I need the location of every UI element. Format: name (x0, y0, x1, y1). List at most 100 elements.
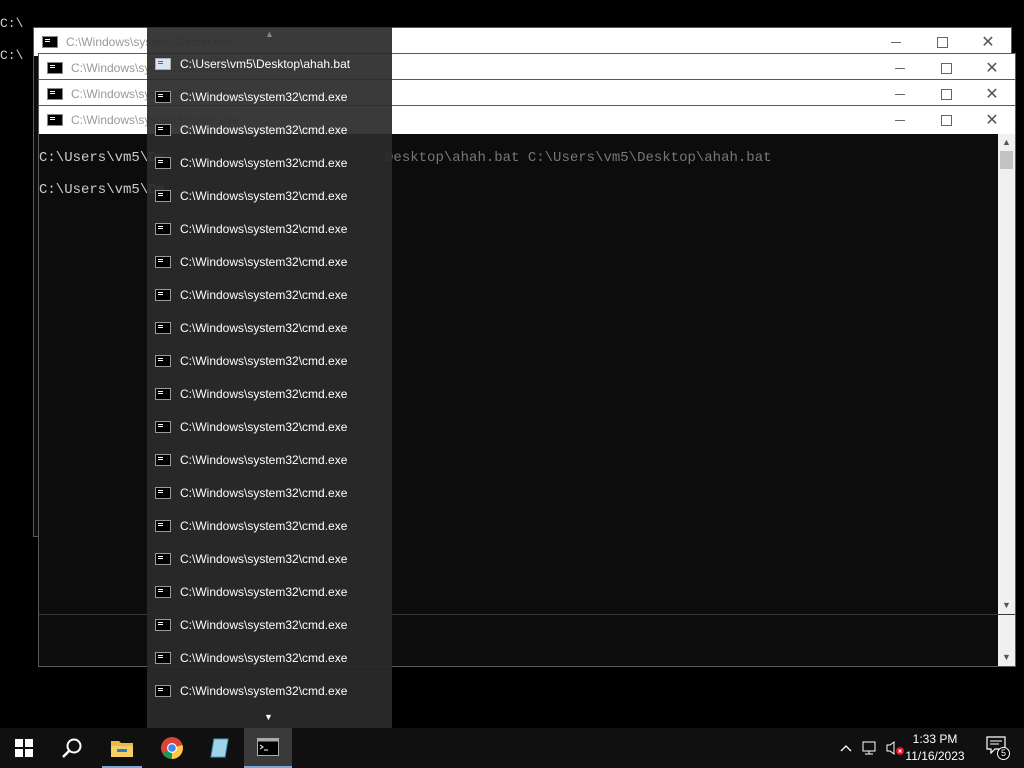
network-button[interactable] (860, 728, 882, 768)
window-list-item-label: C:\Windows\system32\cmd.exe (180, 287, 348, 302)
cmd-icon (47, 114, 63, 126)
window-list-item[interactable]: C:\Windows\system32\cmd.exe (147, 509, 392, 542)
cmd-icon (257, 738, 279, 756)
window-list-item[interactable]: C:\Windows\system32\cmd.exe (147, 410, 392, 443)
file-explorer-icon (111, 741, 133, 757)
console-text: Desktop\ahah.bat C:\Users\vm5\Desktop\ah… (385, 150, 772, 166)
cmd-taskbar-button[interactable] (244, 728, 292, 768)
window-list-item-label: C:\Windows\system32\cmd.exe (180, 254, 348, 269)
window-list-item-label: C:\Windows\system32\cmd.exe (180, 584, 348, 599)
window-list-item[interactable]: C:\Windows\system32\cmd.exe (147, 377, 392, 410)
window-list-item[interactable]: C:\Windows\system32\cmd.exe (147, 443, 392, 476)
cmd-icon (155, 684, 171, 697)
window-list-item[interactable]: C:\Windows\system32\cmd.exe (147, 179, 392, 212)
window-list-item[interactable]: C:\Windows\system32\cmd.exe (147, 641, 392, 674)
close-button[interactable]: ✕ (969, 80, 1015, 108)
cmd-icon (155, 453, 171, 466)
window-list-item-label: C:\Windows\system32\cmd.exe (180, 617, 348, 632)
scroll-down-icon[interactable]: ▼ (998, 597, 1015, 614)
chrome-icon (161, 737, 183, 759)
window-list-item-label: C:\Windows\system32\cmd.exe (180, 551, 348, 566)
maximize-button[interactable] (923, 106, 969, 134)
clock[interactable]: 1:33 PM 11/16/2023 (900, 731, 970, 765)
window-list-item[interactable]: C:\Windows\system32\cmd.exe (147, 80, 392, 113)
cmd-icon (155, 288, 171, 301)
windows-start-icon (15, 739, 33, 757)
window-list-item[interactable]: C:\Windows\system32\cmd.exe (147, 575, 392, 608)
cmd-icon (47, 88, 63, 100)
scroll-up-icon[interactable]: ▲ (998, 134, 1015, 151)
tray-overflow-button[interactable] (836, 728, 856, 768)
minimize-button[interactable] (877, 54, 923, 82)
close-button[interactable]: ✕ (965, 28, 1011, 56)
chevron-up-icon (840, 745, 852, 752)
window-list-item[interactable]: C:\Windows\system32\cmd.exe (147, 146, 392, 179)
window-list-item-label: C:\Windows\system32\cmd.exe (180, 485, 348, 500)
maximize-button[interactable] (923, 54, 969, 82)
window-list-item-label: C:\Windows\system32\cmd.exe (180, 353, 348, 368)
search-button[interactable] (48, 728, 96, 768)
notepad-icon (210, 738, 229, 758)
window-list-item[interactable]: C:\Windows\system32\cmd.exe (147, 278, 392, 311)
window-list-item[interactable]: C:\Windows\system32\cmd.exe (147, 311, 392, 344)
window-list-item[interactable]: C:\Windows\system32\cmd.exe (147, 245, 392, 278)
cmd-icon (155, 90, 171, 103)
scroll-thumb[interactable] (1000, 151, 1013, 169)
window-list-item-label: C:\Windows\system32\cmd.exe (180, 518, 348, 533)
clock-date: 11/16/2023 (905, 749, 965, 763)
minimize-button[interactable] (873, 28, 919, 56)
cmd-icon (155, 189, 171, 202)
scroll-up-icon[interactable]: ▲ (265, 29, 274, 39)
minimize-button[interactable] (877, 106, 923, 134)
background-console-line: C:\ (0, 16, 24, 31)
window-list-item-label: C:\Windows\system32\cmd.exe (180, 155, 348, 170)
maximize-button[interactable] (919, 28, 965, 56)
window-list-item[interactable]: C:\Users\vm5\Desktop\ahah.bat (147, 47, 392, 80)
cmd-icon (155, 519, 171, 532)
cmd-icon (155, 552, 171, 565)
scroll-down-icon[interactable]: ▼ (998, 649, 1015, 666)
vertical-scrollbar[interactable]: ▼ (998, 615, 1015, 666)
search-icon (62, 738, 82, 758)
taskbar-window-list[interactable]: ▲ C:\Users\vm5\Desktop\ahah.bat C:\Window… (147, 27, 392, 728)
window-list-item-label: C:\Users\vm5\Desktop\ahah.bat (180, 56, 351, 71)
window-list-item[interactable]: C:\Windows\system32\cmd.exe (147, 476, 392, 509)
vertical-scrollbar[interactable]: ▲ ▼ (998, 134, 1015, 614)
cmd-icon (155, 354, 171, 367)
close-button[interactable]: ✕ (969, 106, 1015, 134)
chrome-button[interactable] (148, 728, 196, 768)
window-list-item-label: C:\Windows\system32\cmd.exe (180, 419, 348, 434)
cmd-icon (47, 62, 63, 74)
window-list-item-label: C:\Windows\system32\cmd.exe (180, 188, 348, 203)
clock-time: 1:33 PM (912, 732, 958, 746)
window-list-item[interactable]: C:\Windows\system32\cmd.exe (147, 542, 392, 575)
window-list-item-label: C:\Windows\system32\cmd.exe (180, 386, 348, 401)
taskbar: 1:33 PM 11/16/2023 5 (0, 728, 1024, 768)
notification-badge: 5 (997, 747, 1010, 760)
window-list-item-label: C:\Windows\system32\cmd.exe (180, 452, 348, 467)
close-button[interactable]: ✕ (969, 54, 1015, 82)
cmd-icon (155, 420, 171, 433)
cmd-icon (155, 387, 171, 400)
scroll-down-icon[interactable]: ▼ (264, 712, 273, 722)
file-explorer-button[interactable] (98, 728, 146, 768)
window-list-item-label: C:\Windows\system32\cmd.exe (180, 683, 348, 698)
cmd-icon (155, 321, 171, 334)
minimize-button[interactable] (877, 80, 923, 108)
window-list-item-label: C:\Windows\system32\cmd.exe (180, 221, 348, 236)
batch-file-icon (155, 57, 171, 70)
start-button[interactable] (0, 728, 48, 768)
cmd-icon (155, 123, 171, 136)
window-list-item[interactable]: C:\Windows\system32\cmd.exe (147, 674, 392, 707)
cmd-icon (155, 156, 171, 169)
cmd-icon (155, 486, 171, 499)
window-list-item[interactable]: C:\Windows\system32\cmd.exe (147, 113, 392, 146)
cmd-icon (155, 651, 171, 664)
window-list-item[interactable]: C:\Windows\system32\cmd.exe (147, 344, 392, 377)
window-list-item[interactable]: C:\Windows\system32\cmd.exe (147, 608, 392, 641)
cmd-icon (155, 222, 171, 235)
maximize-button[interactable] (923, 80, 969, 108)
network-icon (862, 741, 876, 755)
window-list-item[interactable]: C:\Windows\system32\cmd.exe (147, 212, 392, 245)
notepad-button[interactable] (196, 728, 244, 768)
